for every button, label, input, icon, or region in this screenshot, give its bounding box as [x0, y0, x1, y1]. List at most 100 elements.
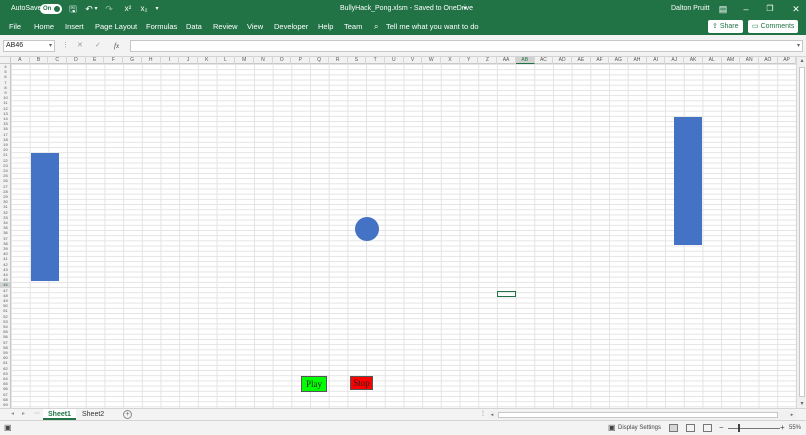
vertical-scrollbar[interactable]: ▴ ▾	[796, 57, 806, 408]
column-header[interactable]: AN	[740, 57, 759, 64]
column-header[interactable]: AH	[628, 57, 647, 64]
customize-toolbar-icon[interactable]: ▾	[150, 0, 164, 18]
normal-view-icon[interactable]	[669, 424, 678, 432]
column-header[interactable]: C	[48, 57, 68, 64]
play-button[interactable]: Play	[301, 376, 327, 392]
column-header[interactable]: AK	[684, 57, 703, 64]
worksheet-grid[interactable]: Play Stop	[11, 64, 796, 408]
column-header[interactable]: U	[385, 57, 404, 64]
tab-file[interactable]: File	[9, 18, 21, 35]
column-header[interactable]: AJ	[666, 57, 685, 64]
column-header[interactable]: E	[86, 57, 105, 64]
formula-input[interactable]: ▾	[130, 40, 803, 52]
column-header[interactable]: AM	[722, 57, 741, 64]
select-all-corner[interactable]	[0, 57, 11, 64]
insert-function-icon[interactable]: fx	[114, 40, 119, 52]
scroll-down-icon[interactable]: ▾	[797, 400, 806, 408]
zoom-slider-knob[interactable]	[738, 424, 740, 432]
tab-data[interactable]: Data	[186, 18, 202, 35]
zoom-level[interactable]: 55%	[789, 421, 801, 435]
macro-record-icon[interactable]: ▣	[4, 421, 12, 435]
column-header[interactable]: K	[198, 57, 217, 64]
tab-insert[interactable]: Insert	[65, 18, 84, 35]
add-sheet-icon[interactable]: +	[123, 410, 132, 419]
chevron-down-icon[interactable]: ▾	[49, 41, 52, 51]
tab-formulas[interactable]: Formulas	[146, 18, 177, 35]
column-header[interactable]: AB	[515, 57, 535, 64]
title-dropdown-icon[interactable]: ▾	[458, 0, 472, 18]
column-header[interactable]: M	[235, 57, 255, 64]
column-header[interactable]: Y	[460, 57, 479, 64]
column-header[interactable]: AC	[535, 57, 554, 64]
pong-ball[interactable]	[355, 217, 379, 241]
zoom-out-icon[interactable]: −	[719, 421, 724, 435]
column-header[interactable]: V	[404, 57, 423, 64]
column-header[interactable]: H	[142, 57, 161, 64]
enter-icon[interactable]: ✓	[95, 40, 101, 52]
column-header[interactable]: G	[123, 57, 142, 64]
name-box[interactable]: AB46 ▾	[3, 40, 55, 52]
undo-dropdown-icon[interactable]: ▾	[92, 0, 100, 18]
column-header[interactable]: AI	[647, 57, 666, 64]
column-header[interactable]: L	[217, 57, 236, 64]
more-options-icon[interactable]: ⋮	[62, 40, 69, 52]
column-header[interactable]: AE	[572, 57, 591, 64]
column-header[interactable]: W	[422, 57, 442, 64]
column-header[interactable]: S	[348, 57, 367, 64]
redo-icon[interactable]: ↷	[102, 0, 116, 18]
stop-button[interactable]: Stop	[350, 376, 373, 390]
column-header[interactable]: A	[11, 57, 30, 64]
cancel-icon[interactable]: ✕	[77, 40, 83, 52]
column-header[interactable]: T	[366, 57, 385, 64]
column-header[interactable]: AD	[553, 57, 572, 64]
more-sheets-icon[interactable]: ⋯	[34, 409, 40, 420]
column-header[interactable]: AP	[778, 57, 797, 64]
column-header[interactable]: O	[273, 57, 292, 64]
expand-formula-icon[interactable]: ▾	[797, 41, 800, 51]
close-icon[interactable]: ✕	[789, 0, 803, 18]
prev-sheet-icon[interactable]: ◂	[11, 409, 14, 420]
column-header[interactable]: N	[254, 57, 273, 64]
next-sheet-icon[interactable]: ▸	[22, 409, 25, 420]
column-header[interactable]: X	[441, 57, 460, 64]
right-paddle[interactable]	[674, 117, 702, 245]
left-paddle[interactable]	[31, 153, 59, 281]
subscript-icon[interactable]: x₂	[137, 0, 151, 18]
column-header[interactable]: AG	[609, 57, 629, 64]
tab-developer[interactable]: Developer	[274, 18, 308, 35]
minimize-icon[interactable]: –	[739, 0, 753, 18]
page-layout-view-icon[interactable]	[686, 424, 695, 432]
tab-page-layout[interactable]: Page Layout	[95, 18, 137, 35]
scroll-up-icon[interactable]: ▴	[797, 57, 806, 65]
column-header[interactable]: F	[105, 57, 124, 64]
column-header[interactable]: D	[67, 57, 86, 64]
column-header[interactable]: AA	[497, 57, 516, 64]
column-header[interactable]: Z	[479, 57, 498, 64]
column-header[interactable]: Q	[310, 57, 329, 64]
share-button[interactable]: ⇪ Share	[708, 20, 743, 33]
sheet-tab-sheet2[interactable]: Sheet2	[77, 409, 109, 420]
superscript-icon[interactable]: x²	[121, 0, 135, 18]
ribbon-display-icon[interactable]: ▤	[716, 0, 730, 18]
column-header[interactable]: P	[292, 57, 311, 64]
restore-icon[interactable]: ❐	[763, 0, 777, 18]
zoom-slider[interactable]	[728, 428, 780, 429]
tell-me-search[interactable]: Tell me what you want to do	[386, 18, 479, 35]
column-header[interactable]: AL	[703, 57, 722, 64]
active-cell[interactable]	[497, 291, 516, 297]
scroll-right-icon[interactable]: ▸	[788, 411, 796, 419]
column-header[interactable]: AF	[591, 57, 610, 64]
tab-review[interactable]: Review	[213, 18, 238, 35]
autosave-toggle[interactable]: On	[40, 4, 62, 14]
tab-view[interactable]: View	[247, 18, 263, 35]
column-header[interactable]: AO	[759, 57, 778, 64]
sheet-tab-sheet1[interactable]: Sheet1	[43, 409, 76, 420]
horizontal-scrollbar[interactable]: ◂ ▸	[488, 411, 796, 419]
horizontal-scroll-thumb[interactable]	[498, 412, 778, 418]
split-handle-icon[interactable]: ⋮	[480, 409, 486, 420]
tab-home[interactable]: Home	[34, 18, 54, 35]
tab-team[interactable]: Team	[344, 18, 362, 35]
zoom-in-icon[interactable]: +	[780, 421, 785, 435]
column-header[interactable]: J	[179, 57, 198, 64]
comments-button[interactable]: ▭ Comments	[748, 20, 799, 33]
